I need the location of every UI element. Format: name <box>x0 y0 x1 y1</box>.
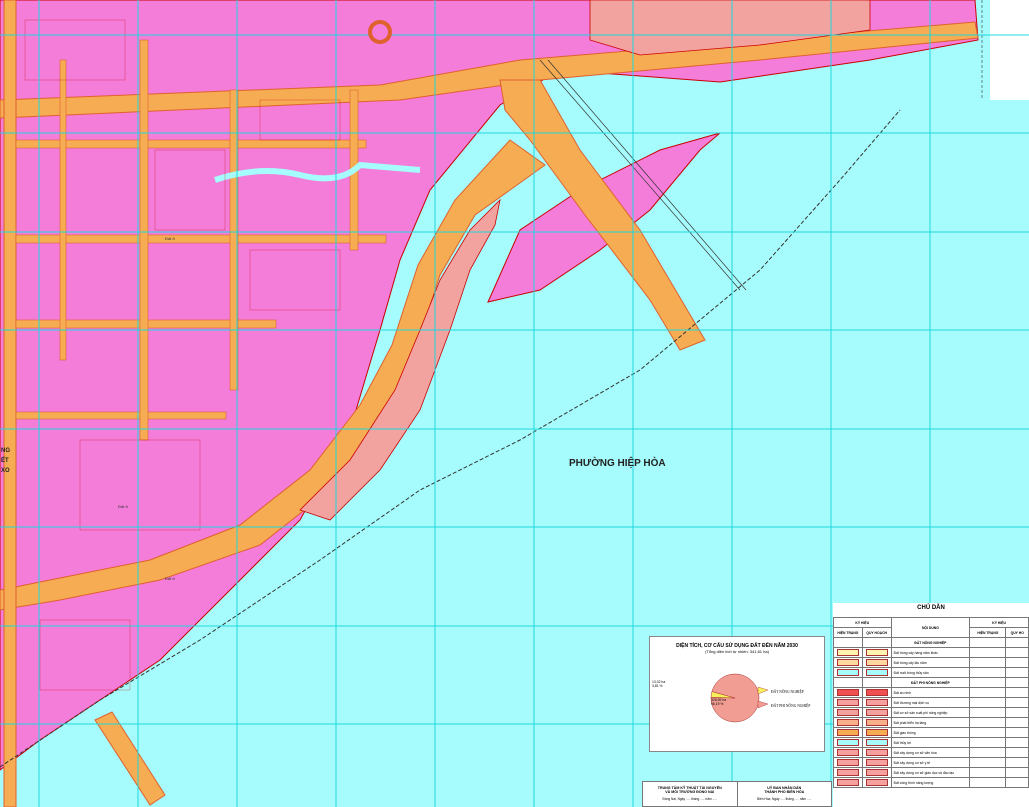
legend-swatch-current <box>836 719 859 726</box>
legend-row-label: Đất xây dựng cơ sở y tế <box>890 757 971 768</box>
legend-swatch-agricultural <box>757 686 769 695</box>
ward-label: PHƯỜNG HIỆP HÒA <box>569 456 666 469</box>
legend-swatch-current <box>836 659 859 666</box>
legend-table: KÝ HIỆU NỘI DUNG KÝ HIỆU HIỆN TRẠNG QUY … <box>833 617 1029 788</box>
legend-swatch-current <box>836 729 859 736</box>
legend-swatch-planned <box>865 689 888 696</box>
legend-swatch-current <box>836 779 859 786</box>
legend-swatch-non-agricultural <box>757 700 769 709</box>
legend-row: Đất xây dựng cơ sở giáo dục và đào tạo <box>833 767 1029 778</box>
agency-date: Đồng Nai, Ngày ..... tháng ..... năm ...… <box>662 796 717 801</box>
legend-row: Đất thương mại dịch vụ <box>833 697 1029 708</box>
title-block-left: TRUNG TÂM KỸ THUẬT TÀI NGUYÊN VÀ MÔI TRƯ… <box>643 782 738 806</box>
legend-header-quy-hoach: QUY HOẠCH <box>861 627 892 638</box>
legend-swatch-current <box>836 649 859 656</box>
legend-row-label: Đất thương mại dịch vụ <box>890 697 971 708</box>
legend-header-ky-hieu: KÝ HIỆU <box>833 617 892 628</box>
pie-chart-panel: ĐẤT NÔNG NGHIỆP ĐẤT PHI NÔNG NGHIỆP 13,0… <box>649 636 825 752</box>
block-label-2: Đất ở <box>118 504 128 509</box>
block-label-3: Đất ở <box>165 576 175 581</box>
legend-row-label: Đất công trình năng lượng <box>890 777 971 788</box>
legend-row: Đất xây dựng cơ sở văn hóa <box>833 747 1029 758</box>
map-legend: CHỦ DẪN KÝ HIỆU NỘI DUNG KÝ HIỆU HIỆN TR… <box>833 603 1029 807</box>
edge-label-3: XO <box>1 468 10 474</box>
road-west <box>3 0 17 807</box>
legend-swatch-current <box>836 749 859 756</box>
legend-row-label: Đất phát triển hạ tầng <box>890 717 971 728</box>
legend-row-label: Đất trồng cây lâu năm <box>890 657 971 668</box>
pie-subtitle: (Tổng diện tích tự nhiên: 341,61 ha) <box>705 649 769 654</box>
legend-row-label: Đất an ninh <box>890 687 971 698</box>
legend-swatch-planned <box>865 699 888 706</box>
legend-swatch-planned <box>865 669 888 676</box>
roundabout <box>368 20 392 44</box>
blank-area <box>990 0 1029 100</box>
legend-swatch-current <box>836 699 859 706</box>
legend-row: Đất an ninh <box>833 687 1029 698</box>
legend-swatch-planned <box>865 779 888 786</box>
legend-swatch-planned <box>865 739 888 746</box>
legend-row: Đất trồng cây lâu năm <box>833 657 1029 668</box>
edge-label-1: NG <box>1 448 10 454</box>
committee-date: Biên Hòa, Ngày ..... tháng ..... năm ...… <box>757 796 812 801</box>
legend-row: Đất thủy lợi <box>833 737 1029 748</box>
edge-label-2: ẾT <box>1 457 9 464</box>
committee-name-2: THÀNH PHỐ BIÊN HÒA <box>764 790 805 795</box>
legend-row: Đất công trình năng lượng <box>833 777 1029 788</box>
pie-large-pct: 96,19 % <box>711 702 723 706</box>
legend-row: Đất trồng cây hàng năm khác <box>833 647 1029 658</box>
legend-row-label: Đất nuôi trồng thủy sản <box>890 667 971 678</box>
legend-section-agricultural: ĐẤT NÔNG NGHIỆP <box>890 637 971 648</box>
legend-row: Đất giao thông <box>833 727 1029 738</box>
pie-small-pct: 3,81 % <box>652 684 663 688</box>
legend-header-hien-trang-2: HIỆN TRẠNG <box>969 627 1007 638</box>
legend-swatch-current <box>836 709 859 716</box>
legend-swatch-planned <box>865 709 888 716</box>
legend-row-label: Đất giao thông <box>890 727 971 738</box>
legend-swatch-current <box>836 669 859 676</box>
legend-row-label: Đất xây dựng cơ sở văn hóa <box>890 747 971 758</box>
legend-row-label: Đất thủy lợi <box>890 737 971 748</box>
pie-chart: ĐẤT NÔNG NGHIỆP ĐẤT PHI NÔNG NGHIỆP 13,0… <box>652 673 810 723</box>
legend-row: Đất phát triển hạ tầng <box>833 717 1029 728</box>
legend-label-non-agricultural: ĐẤT PHI NÔNG NGHIỆP <box>771 703 810 708</box>
agency-name-2: VÀ MÔI TRƯỜNG ĐỒNG NAI <box>665 790 715 795</box>
legend-header-quy-hoach-2: QUY HO <box>1005 627 1029 638</box>
legend-swatch-planned <box>865 729 888 736</box>
legend-label-agricultural: ĐẤT NÔNG NGHIỆP <box>771 689 804 694</box>
legend-header-hien-trang: HIỆN TRẠNG <box>833 627 863 638</box>
title-block-right: UỶ BAN NHÂN DÂN THÀNH PHỐ BIÊN HÒA Biên … <box>738 782 832 806</box>
title-block: TRUNG TÂM KỸ THUẬT TÀI NGUYÊN VÀ MÔI TRƯ… <box>642 781 832 807</box>
legend-swatch-planned <box>865 649 888 656</box>
legend-header-noi-dung: NỘI DUNG <box>890 617 971 638</box>
legend-row-label: Đất xây dựng cơ sở giáo dục và đào tạo <box>890 767 971 778</box>
legend-title: CHỦ DẪN <box>917 605 945 611</box>
legend-swatch-planned <box>865 749 888 756</box>
legend-header-ky-hieu-2: KÝ HIỆU <box>969 617 1029 628</box>
legend-swatch-planned <box>865 769 888 776</box>
legend-row: Đất nuôi trồng thủy sản <box>833 667 1029 678</box>
legend-swatch-current <box>836 739 859 746</box>
block-label-1: Đất ở <box>165 236 175 241</box>
legend-swatch-current <box>836 689 859 696</box>
legend-swatch-planned <box>865 659 888 666</box>
legend-row-label: Đất trồng cây hàng năm khác <box>890 647 971 658</box>
legend-swatch-current <box>836 769 859 776</box>
legend-row-label: Đất cơ sở sản xuất phi nông nghiệp <box>890 707 971 718</box>
legend-swatch-planned <box>865 719 888 726</box>
legend-swatch-current <box>836 759 859 766</box>
legend-swatch-planned <box>865 759 888 766</box>
legend-row: Đất cơ sở sản xuất phi nông nghiệp <box>833 707 1029 718</box>
legend-row: Đất xây dựng cơ sở y tế <box>833 757 1029 768</box>
legend-section-non-agricultural: ĐẤT PHI NÔNG NGHIỆP <box>890 677 971 688</box>
